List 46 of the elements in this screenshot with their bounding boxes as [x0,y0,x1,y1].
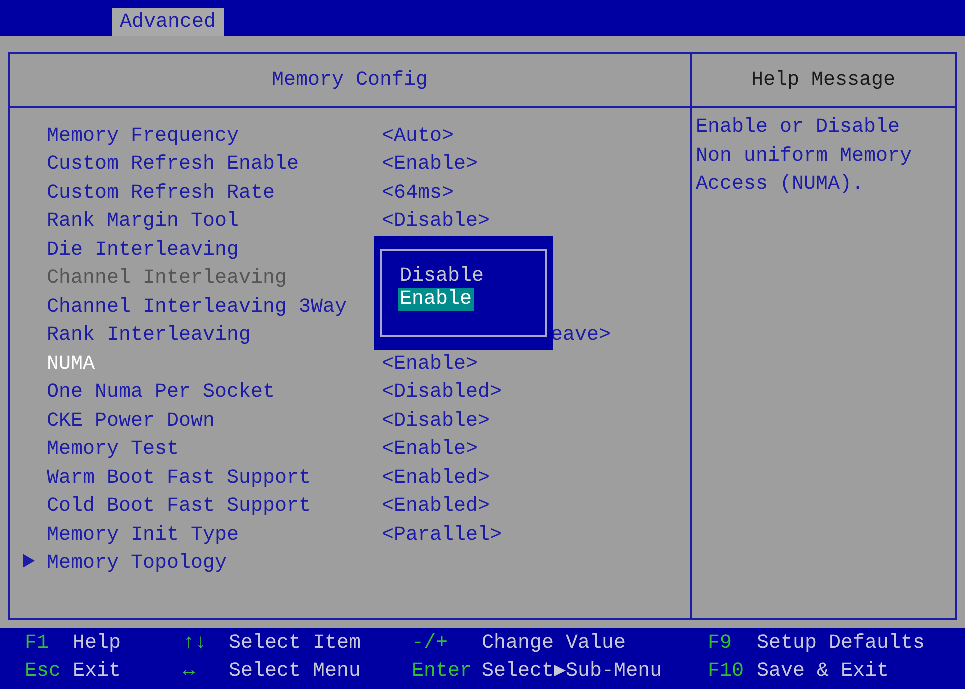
key-description: Change Value [482,632,628,656]
setting-label[interactable]: NUMA [47,352,382,376]
setting-value[interactable]: <64ms> [382,182,690,205]
setting-value[interactable]: <Parallel> [382,524,690,547]
key-hint: F1 [25,632,50,656]
setting-label[interactable]: Rank Margin Tool [47,210,382,234]
setting-value[interactable]: <Enabled> [382,495,690,518]
setting-label[interactable]: Warm Boot Fast Support [47,466,382,490]
setting-value[interactable]: <Enable> [382,153,690,176]
setting-label[interactable]: Cold Boot Fast Support [47,495,382,518]
setting-label[interactable]: CKE Power Down [47,410,382,433]
panel-title: Memory Config [272,68,428,92]
key-description: Select▶Sub-Menu [482,660,664,684]
setting-value[interactable]: <Enable> [382,438,690,462]
advanced-tab[interactable]: Advanced [112,8,224,36]
key-hint: ↑↓ [183,632,208,656]
setting-value[interactable]: <Enabled> [382,466,690,490]
popup-option[interactable]: Disable [398,265,486,288]
key-hint: -/+ [412,632,450,656]
popup-option[interactable]: Enable [398,288,474,311]
key-description: Select Menu [229,660,362,684]
setting-label[interactable]: Custom Refresh Rate [47,182,382,205]
key-description: Setup Defaults [757,632,926,656]
key-description: Help [73,632,122,656]
setting-label[interactable]: Memory Init Type [47,524,382,547]
key-hint: F9 [708,632,734,656]
setting-value[interactable]: <Auto> [382,124,690,148]
key-hint: Esc [25,660,62,684]
setting-label[interactable]: Memory Frequency [47,124,382,148]
setting-label[interactable]: Memory Topology [47,552,382,576]
key-description: Save & Exit [757,660,890,684]
setting-label[interactable]: Custom Refresh Enable [47,153,382,176]
key-hint: F10 [708,660,746,684]
setting-label[interactable]: One Numa Per Socket [47,381,382,404]
key-description: Select Item [229,632,362,656]
setting-label[interactable]: Memory Test [47,438,382,462]
help-text: Enable or Disable Non uniform Memory Access (NUMA). [696,115,914,198]
help-title: Help Message [751,68,896,92]
key-description: Exit [73,660,122,684]
setting-value[interactable]: <Enable> [382,352,690,376]
setting-value[interactable]: <Disable> [382,210,690,234]
key-hint: Enter [412,660,474,684]
setting-value[interactable]: <Disable> [382,410,690,433]
key-hint: ↔ [183,660,196,684]
submenu-arrow-icon [23,554,35,568]
setting-value[interactable]: <Disabled> [382,381,690,404]
